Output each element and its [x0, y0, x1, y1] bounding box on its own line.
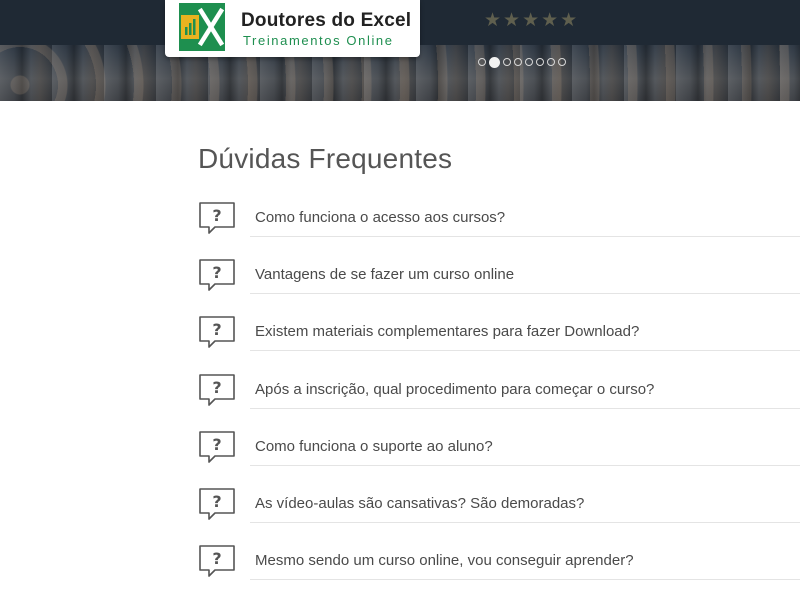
- faq-question[interactable]: Como funciona o acesso aos cursos?: [255, 209, 505, 226]
- svg-text:?: ?: [212, 378, 221, 397]
- svg-text:?: ?: [212, 492, 221, 511]
- faq-divider: [250, 408, 800, 409]
- faq-item[interactable]: ? Existem materiais complementares para f…: [198, 315, 800, 372]
- faq-divider: [250, 293, 800, 294]
- slider-dot[interactable]: [478, 58, 486, 66]
- slider-dot[interactable]: [503, 58, 511, 66]
- faq-question[interactable]: Vantagens de se fazer um curso online: [255, 266, 514, 283]
- svg-text:?: ?: [212, 549, 221, 568]
- slider-dot[interactable]: [558, 58, 566, 66]
- svg-text:?: ?: [212, 206, 221, 225]
- question-bubble-icon: ?: [199, 488, 235, 520]
- question-bubble-icon: ?: [199, 316, 235, 348]
- faq-question[interactable]: As vídeo-aulas são cansativas? São demor…: [255, 495, 584, 512]
- faq-item[interactable]: ? As vídeo-aulas são cansativas? São demo…: [198, 487, 800, 544]
- faq-divider: [250, 522, 800, 523]
- slider-dot[interactable]: [514, 58, 522, 66]
- svg-text:?: ?: [212, 435, 221, 454]
- slider-dot[interactable]: [489, 56, 500, 68]
- faq-item[interactable]: ? Como funciona o suporte ao aluno?: [198, 430, 800, 487]
- faq-item[interactable]: ? Após a inscrição, qual procedimento par…: [198, 373, 800, 430]
- faq-divider: [250, 579, 800, 580]
- slider-dot[interactable]: [547, 58, 555, 66]
- faq-divider: [250, 236, 800, 237]
- svg-text:?: ?: [212, 263, 221, 282]
- brand-subtitle: Treinamentos Online: [243, 33, 394, 48]
- brand-title: Doutores do Excel: [241, 10, 412, 31]
- svg-text:?: ?: [212, 320, 221, 339]
- faq-item[interactable]: ? Como funciona o acesso aos cursos?: [198, 201, 800, 258]
- question-bubble-icon: ?: [199, 202, 235, 234]
- faq-divider: [250, 350, 800, 351]
- site-logo[interactable]: Doutores do Excel Treinamentos Online: [165, 0, 420, 57]
- question-bubble-icon: ?: [199, 259, 235, 291]
- faq-item[interactable]: ? Mesmo sendo um curso online, vou conseg…: [198, 544, 800, 601]
- question-bubble-icon: ?: [199, 374, 235, 406]
- slider-pagination: [478, 56, 566, 68]
- excel-logo-icon: [179, 3, 225, 51]
- faq-question[interactable]: Como funciona o suporte ao aluno?: [255, 438, 493, 455]
- faq-question[interactable]: Após a inscrição, qual procedimento para…: [255, 381, 654, 398]
- faq-question[interactable]: Mesmo sendo um curso online, vou consegu…: [255, 552, 634, 569]
- faq-divider: [250, 465, 800, 466]
- rating-stars: ★★★★★: [484, 10, 580, 31]
- question-bubble-icon: ?: [199, 431, 235, 463]
- hero-banner: Doutores do Excel Treinamentos Online ★★…: [0, 0, 800, 101]
- slider-dot[interactable]: [525, 58, 533, 66]
- question-bubble-icon: ?: [199, 545, 235, 577]
- slider-dot[interactable]: [536, 58, 544, 66]
- faq-title: Dúvidas Frequentes: [198, 143, 453, 174]
- faq-question[interactable]: Existem materiais complementares para fa…: [255, 323, 639, 340]
- faq-item[interactable]: ? Vantagens de se fazer um curso online: [198, 258, 800, 315]
